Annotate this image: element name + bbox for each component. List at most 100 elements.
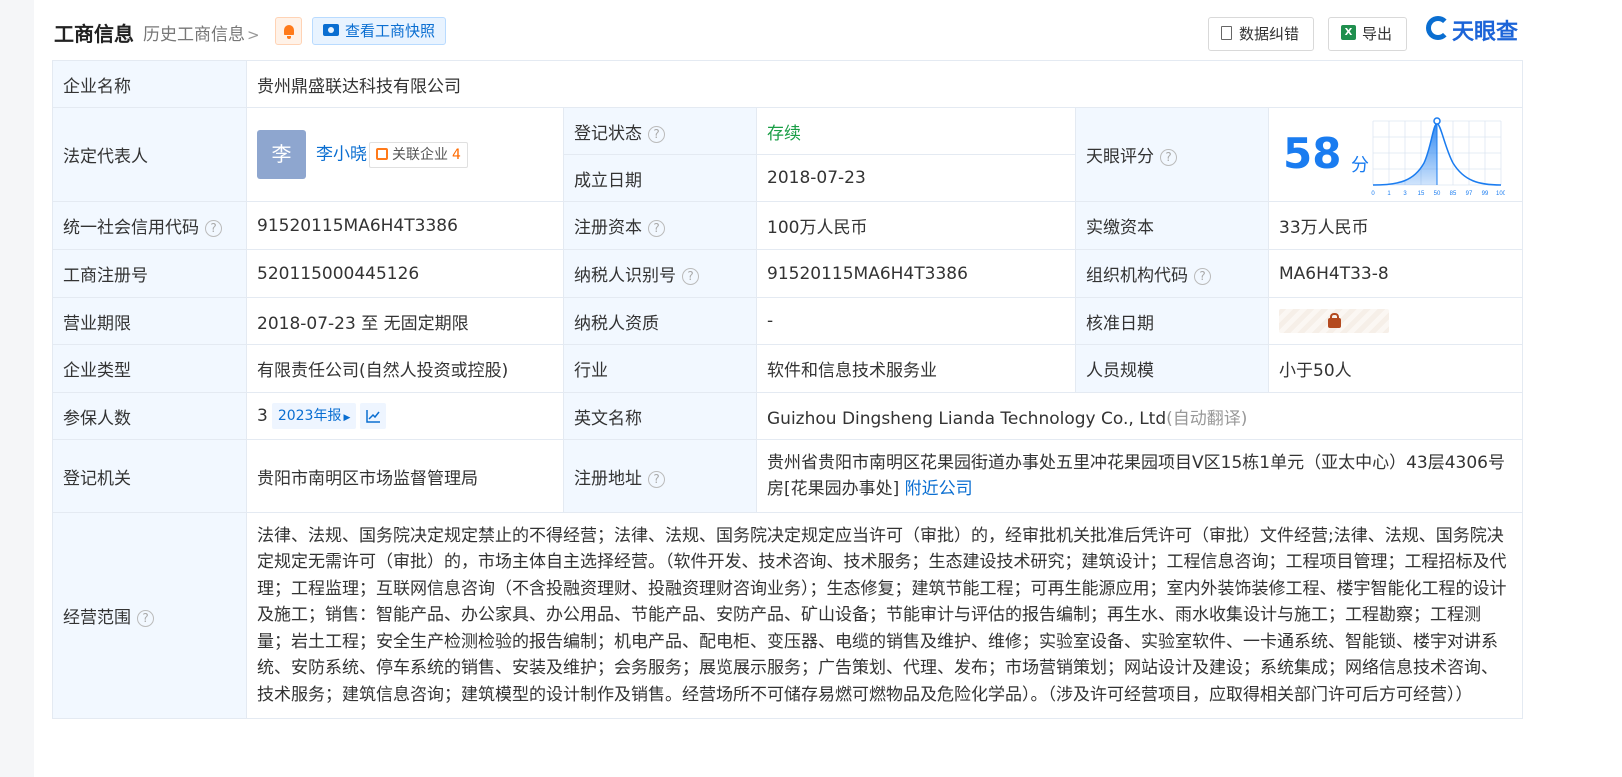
- english-name-value: Guizhou Dingsheng Lianda Technology Co.,…: [767, 408, 1167, 429]
- industry-value: 软件和信息技术服务业: [756, 344, 1076, 393]
- label-paid-capital: 实缴资本: [1075, 201, 1269, 250]
- related-companies-count: 4: [452, 146, 461, 163]
- label-reg-address: 注册地址?: [563, 439, 757, 513]
- label-tianyan-score: 天眼评分?: [1075, 107, 1269, 202]
- logo-text: 天眼查: [1452, 20, 1519, 45]
- score-value: 58: [1283, 128, 1342, 178]
- lock-icon[interactable]: [1279, 309, 1389, 333]
- caret-right-icon: ▶: [343, 413, 351, 423]
- nearby-companies-link[interactable]: 附近公司: [905, 479, 973, 499]
- org-code-value: MA6H4T33-8: [1268, 249, 1523, 298]
- tianyan-score-cell[interactable]: 58 分 0 1 3 15 50 85 97 99 100: [1268, 107, 1523, 202]
- company-type-value: 有限责任公司(自然人投资或控股): [246, 344, 564, 393]
- history-info-label: 历史工商信息: [143, 25, 245, 45]
- label-taxpayer-id: 纳税人识别号?: [563, 249, 757, 298]
- table-row: 参保人数 3 2023年报 ▶ 英文名称 Guizhou Dingsheng Lia…: [52, 392, 1523, 440]
- export-button[interactable]: X 导出: [1328, 17, 1408, 51]
- label-approval-date: 核准日期: [1075, 297, 1269, 345]
- help-icon[interactable]: ?: [1194, 268, 1211, 285]
- section-title: 工商信息: [54, 22, 134, 46]
- table-row: 企业名称 贵州鼎盛联达科技有限公司: [52, 60, 1523, 108]
- business-info-table: 企业名称 贵州鼎盛联达科技有限公司 法定代表人 李李小晓 关联企业 4 登记状态? …: [52, 60, 1523, 719]
- reg-address-label: 注册地址: [574, 468, 642, 489]
- insured-count-cell: 3 2023年报 ▶: [246, 392, 564, 440]
- reg-status-value: 存续: [756, 107, 1076, 155]
- staff-size-value: 小于50人: [1268, 344, 1523, 393]
- section-header: 工商信息 历史工商信息 > 查看工商快照 数据纠错 X 导出 天眼查: [54, 14, 1574, 51]
- insured-count-value: 3: [257, 406, 268, 426]
- chevron-right-icon: >: [247, 26, 260, 44]
- bell-icon[interactable]: [275, 17, 302, 45]
- help-icon[interactable]: ?: [682, 268, 699, 285]
- score-tick-label: 97: [1466, 191, 1473, 197]
- score-tick-label: 3: [1403, 191, 1407, 197]
- score-tick-label: 99: [1482, 191, 1489, 197]
- score-tick-label: 0: [1371, 191, 1375, 197]
- reg-capital-value: 100万人民币: [756, 201, 1076, 250]
- table-row: 法定代表人 李李小晓 关联企业 4 登记状态? 存续 天眼评分? 58 分 0 …: [52, 107, 1523, 202]
- score-tick-label: 1: [1387, 191, 1391, 197]
- credit-code-value: 91520115MA6H4T3386: [246, 201, 564, 250]
- biz-term-value: 2018-07-23 至 无固定期限: [246, 297, 564, 345]
- help-icon[interactable]: ?: [1160, 149, 1177, 166]
- label-biz-scope: 经营范围?: [52, 512, 247, 719]
- excel-icon: X: [1341, 25, 1356, 40]
- table-row: 统一社会信用代码? 91520115MA6H4T3386 注册资本? 100万人…: [52, 201, 1523, 250]
- biz-reg-no-value: 520115000445126: [246, 249, 564, 298]
- logo-icon: [1426, 16, 1450, 40]
- avatar[interactable]: 李: [257, 130, 306, 179]
- help-icon[interactable]: ?: [648, 125, 665, 143]
- label-reg-authority: 登记机关: [52, 439, 247, 513]
- taxpayer-id-label: 纳税人识别号: [574, 266, 676, 286]
- table-row: 营业期限 2018-07-23 至 无固定期限 纳税人资质 - 核准日期: [52, 297, 1523, 345]
- tianyancha-logo: 天眼查: [1426, 14, 1518, 50]
- reg-capital-label: 注册资本: [574, 218, 642, 238]
- legal-rep-name-link[interactable]: 李小晓: [316, 145, 367, 165]
- auto-translate-note: (自动翻译): [1166, 408, 1248, 429]
- table-row: 工商注册号 520115000445126 纳税人识别号? 91520115MA…: [52, 249, 1523, 298]
- paid-capital-value: 33万人民币: [1268, 201, 1523, 250]
- est-date-value: 2018-07-23: [756, 154, 1076, 202]
- org-code-label: 组织机构代码: [1086, 266, 1188, 286]
- tianyan-score-label: 天眼评分: [1086, 147, 1154, 167]
- label-insured-count: 参保人数: [52, 392, 247, 440]
- table-row: 企业类型 有限责任公司(自然人投资或控股) 行业 软件和信息技术服务业 人员规模…: [52, 344, 1523, 393]
- snapshot-button[interactable]: 查看工商快照: [312, 17, 447, 45]
- reg-address-cell: 贵州省贵阳市南明区花果园街道办事处五里冲花果园项目V区15栋1单元（亚太中心）4…: [756, 439, 1523, 513]
- document-icon: [1221, 25, 1232, 40]
- score-tick-label: 50: [1434, 191, 1441, 197]
- related-companies-button[interactable]: 关联企业 4: [369, 141, 468, 168]
- label-est-date: 成立日期: [563, 154, 757, 202]
- reg-address-value: 贵州省贵阳市南明区花果园街道办事处五里冲花果园项目V区15栋1单元（亚太中心）4…: [767, 453, 1505, 499]
- help-icon[interactable]: ?: [137, 610, 154, 627]
- label-industry: 行业: [563, 344, 757, 393]
- label-english-name: 英文名称: [563, 392, 757, 440]
- label-credit-code: 统一社会信用代码?: [52, 201, 247, 250]
- help-icon[interactable]: ?: [648, 470, 665, 488]
- reg-status-label: 登记状态: [574, 123, 642, 144]
- label-taxpayer-qual: 纳税人资质: [563, 297, 757, 345]
- company-name-value: 贵州鼎盛联达科技有限公司: [246, 60, 1523, 108]
- label-org-code: 组织机构代码?: [1075, 249, 1269, 298]
- related-companies-icon: [376, 147, 388, 160]
- annual-report-tag[interactable]: 2023年报 ▶: [271, 403, 357, 429]
- annual-report-label: 2023年报: [277, 408, 342, 424]
- score-tick-label: 15: [1418, 191, 1425, 197]
- taxpayer-qual-value: -: [756, 297, 1076, 345]
- help-icon[interactable]: ?: [205, 220, 222, 237]
- biz-scope-value: 法律、法规、国务院决定规定禁止的不得经营；法律、法规、国务院决定规定应当许可（审…: [246, 512, 1523, 719]
- camera-icon: [323, 23, 339, 36]
- legal-rep-cell: 李李小晓 关联企业 4: [246, 107, 564, 202]
- label-company-type: 企业类型: [52, 344, 247, 393]
- credit-code-label: 统一社会信用代码: [63, 218, 199, 238]
- help-icon[interactable]: ?: [648, 220, 665, 237]
- reg-authority-value: 贵阳市南明区市场监督管理局: [246, 439, 564, 513]
- score-widget: 58 分 0 1 3 15 50 85 97 99 100: [1269, 109, 1522, 201]
- biz-scope-label: 经营范围: [63, 608, 131, 628]
- trend-chart-icon[interactable]: [360, 403, 387, 429]
- report-error-button[interactable]: 数据纠错: [1208, 17, 1315, 51]
- table-row: 登记机关 贵阳市南明区市场监督管理局 注册地址? 贵州省贵阳市南明区花果园街道办…: [52, 439, 1523, 513]
- history-info-link[interactable]: 历史工商信息 >: [143, 20, 260, 45]
- export-label: 导出: [1362, 25, 1393, 43]
- approval-date-value: [1268, 297, 1523, 345]
